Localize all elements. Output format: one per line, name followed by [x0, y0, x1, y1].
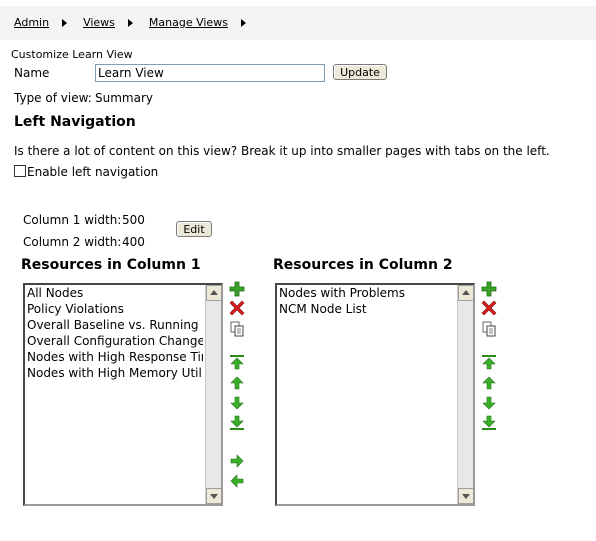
- column2-items: Nodes with Problems NCM Node List: [278, 285, 455, 504]
- type-of-view-value: Summary: [95, 91, 153, 105]
- move-right-icon[interactable]: [229, 453, 245, 469]
- scroll-down-icon: [210, 494, 218, 499]
- breadcrumb-views[interactable]: Views: [83, 16, 115, 29]
- list-item[interactable]: Nodes with Problems: [278, 285, 455, 301]
- scroll-down-button[interactable]: [458, 488, 473, 504]
- left-navigation-description: Is there a lot of content on this view? …: [14, 144, 550, 158]
- type-of-view-label: Type of view:: [14, 91, 92, 105]
- name-input[interactable]: [95, 64, 325, 82]
- column2-actions: [481, 281, 499, 441]
- column2-scrollbar[interactable]: [457, 285, 473, 504]
- add-icon[interactable]: [481, 281, 497, 297]
- column2-width-label: Column 2 width:: [23, 235, 122, 249]
- enable-left-navigation-label: Enable left navigation: [27, 165, 159, 179]
- move-top-icon[interactable]: [481, 354, 497, 370]
- move-top-icon[interactable]: [229, 354, 245, 370]
- breadcrumb-admin[interactable]: Admin: [14, 16, 49, 29]
- scroll-up-icon: [462, 290, 470, 295]
- breadcrumb-separator-icon: [62, 18, 68, 27]
- delete-icon[interactable]: [481, 300, 497, 316]
- scroll-down-button[interactable]: [206, 488, 221, 504]
- column1-actions: [229, 281, 247, 491]
- column2-resources-heading: Resources in Column 2: [273, 257, 453, 273]
- breadcrumb-separator-icon: [240, 18, 246, 27]
- breadcrumb-separator-icon: [127, 18, 133, 27]
- column1-resources-heading: Resources in Column 1: [21, 257, 201, 273]
- move-down-icon[interactable]: [481, 395, 497, 411]
- column2-width-value: 400: [122, 235, 145, 249]
- move-up-icon[interactable]: [481, 375, 497, 391]
- column1-resource-list[interactable]: All Nodes Policy Violations Overall Base…: [23, 283, 223, 506]
- edit-columns-button[interactable]: Edit: [176, 221, 212, 237]
- page-title: Customize Learn View: [11, 48, 133, 61]
- add-icon[interactable]: [229, 281, 245, 297]
- list-item[interactable]: Overall Configuration Changes S: [26, 333, 203, 349]
- list-item[interactable]: Policy Violations: [26, 301, 203, 317]
- list-item[interactable]: Nodes with High Memory Utilizati: [26, 365, 203, 381]
- column1-width-label: Column 1 width:: [23, 213, 122, 227]
- list-item[interactable]: Overall Baseline vs. Running Cor: [26, 317, 203, 333]
- scroll-down-icon: [462, 494, 470, 499]
- breadcrumb: Admin Views Manage Views: [14, 16, 262, 29]
- name-label: Name: [14, 66, 50, 80]
- copy-icon[interactable]: [481, 321, 497, 337]
- breadcrumb-manage-views[interactable]: Manage Views: [149, 16, 228, 29]
- move-down-icon[interactable]: [229, 395, 245, 411]
- column2-resource-list[interactable]: Nodes with Problems NCM Node List: [275, 283, 475, 506]
- move-bottom-icon[interactable]: [481, 415, 497, 431]
- move-up-icon[interactable]: [229, 375, 245, 391]
- move-bottom-icon[interactable]: [229, 415, 245, 431]
- column1-scrollbar[interactable]: [205, 285, 221, 504]
- enable-left-navigation-checkbox[interactable]: [14, 165, 26, 177]
- column1-width-value: 500: [122, 213, 145, 227]
- left-navigation-heading: Left Navigation: [14, 114, 136, 130]
- copy-icon[interactable]: [229, 321, 245, 337]
- scroll-up-icon: [210, 290, 218, 295]
- list-item[interactable]: NCM Node List: [278, 301, 455, 317]
- list-item[interactable]: Nodes with High Response Time: [26, 349, 203, 365]
- column1-items: All Nodes Policy Violations Overall Base…: [26, 285, 203, 504]
- delete-icon[interactable]: [229, 300, 245, 316]
- list-item[interactable]: All Nodes: [26, 285, 203, 301]
- move-left-icon[interactable]: [229, 473, 245, 489]
- scroll-up-button[interactable]: [206, 285, 221, 301]
- scroll-up-button[interactable]: [458, 285, 473, 301]
- update-button[interactable]: Update: [333, 64, 387, 80]
